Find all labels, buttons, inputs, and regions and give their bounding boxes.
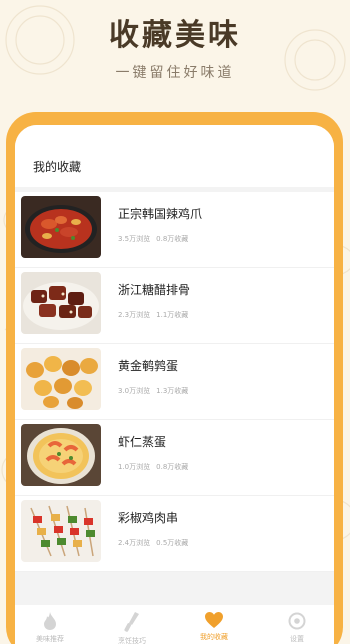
tab-tips[interactable]: 烹饪技巧 bbox=[107, 611, 157, 644]
spicy-chicken-feet-photo bbox=[21, 196, 101, 258]
list-item[interactable]: 虾仁蒸蛋 1.0万浏览 0.8万收藏 bbox=[15, 420, 334, 496]
tab-settings[interactable]: 设置 bbox=[272, 611, 322, 644]
recipe-stats: 2.3万浏览 1.1万收藏 bbox=[118, 310, 188, 320]
recipe-title: 浙江糖醋排骨 bbox=[118, 283, 191, 297]
recipe-stats: 1.0万浏览 0.8万收藏 bbox=[118, 462, 188, 472]
tab-favorites[interactable]: 我的收藏 bbox=[189, 611, 239, 644]
golden-quail-eggs-photo bbox=[21, 348, 101, 410]
recipe-stats: 3.0万浏览 1.3万收藏 bbox=[118, 386, 188, 396]
view-count: 3.5万浏览 bbox=[118, 235, 151, 243]
recipe-title: 彩椒鸡肉串 bbox=[118, 511, 179, 525]
favorites-list: 正宗韩国辣鸡爪 3.5万浏览 0.8万收藏 浙江糖醋排骨 2.3万浏览 1.1万… bbox=[15, 192, 334, 572]
promo-subtitle: 一键留住好味道 bbox=[115, 65, 235, 81]
tab-recommend[interactable]: 美味推荐 bbox=[25, 611, 75, 644]
page-title: 我的收藏 bbox=[33, 160, 82, 174]
list-item[interactable]: 浙江糖醋排骨 2.3万浏览 1.1万收藏 bbox=[15, 268, 334, 344]
list-item[interactable]: 彩椒鸡肉串 2.4万浏览 0.5万收藏 bbox=[15, 496, 334, 572]
recipe-title: 黄金鹌鹑蛋 bbox=[118, 359, 179, 373]
save-count: 0.8万收藏 bbox=[156, 463, 189, 471]
list-item[interactable]: 正宗韩国辣鸡爪 3.5万浏览 0.8万收藏 bbox=[15, 192, 334, 268]
tab-label: 设置 bbox=[290, 635, 304, 643]
view-count: 2.4万浏览 bbox=[118, 539, 151, 547]
bottom-tab-bar: 美味推荐 烹饪技巧 我的收藏 设置 bbox=[15, 605, 334, 644]
tab-label: 美味推荐 bbox=[36, 635, 64, 643]
view-count: 3.0万浏览 bbox=[118, 387, 151, 395]
view-count: 1.0万浏览 bbox=[118, 463, 151, 471]
tab-label: 烹饪技巧 bbox=[118, 637, 146, 644]
screen-header: 我的收藏 bbox=[15, 125, 334, 187]
save-count: 0.5万收藏 bbox=[156, 539, 189, 547]
phone-frame: 我的收藏 正宗韩国辣鸡爪 3.5万浏览 0.8万收藏 浙江糖醋排骨 2.3万浏览… bbox=[6, 112, 343, 644]
list-item[interactable]: 黄金鹌鹑蛋 3.0万浏览 1.3万收藏 bbox=[15, 344, 334, 420]
recipe-title: 虾仁蒸蛋 bbox=[118, 435, 167, 449]
save-count: 1.3万收藏 bbox=[156, 387, 189, 395]
spatula-icon bbox=[124, 612, 139, 632]
pepper-chicken-skewers-photo bbox=[21, 500, 101, 562]
promo-title: 收藏美味 bbox=[109, 18, 241, 53]
tab-label: 我的收藏 bbox=[200, 633, 228, 641]
app-screen: 我的收藏 正宗韩国辣鸡爪 3.5万浏览 0.8万收藏 浙江糖醋排骨 2.3万浏览… bbox=[15, 125, 334, 644]
save-count: 1.1万收藏 bbox=[156, 311, 189, 319]
sweet-sour-ribs-photo bbox=[21, 272, 101, 334]
recipe-stats: 3.5万浏览 0.8万收藏 bbox=[118, 234, 188, 244]
gear-icon bbox=[288, 612, 306, 630]
shrimp-steamed-egg-photo bbox=[21, 424, 101, 486]
heart-icon bbox=[205, 612, 223, 628]
recipe-title: 正宗韩国辣鸡爪 bbox=[118, 207, 203, 221]
fire-icon bbox=[44, 612, 56, 630]
recipe-stats: 2.4万浏览 0.5万收藏 bbox=[118, 538, 188, 548]
save-count: 0.8万收藏 bbox=[156, 235, 189, 243]
view-count: 2.3万浏览 bbox=[118, 311, 151, 319]
